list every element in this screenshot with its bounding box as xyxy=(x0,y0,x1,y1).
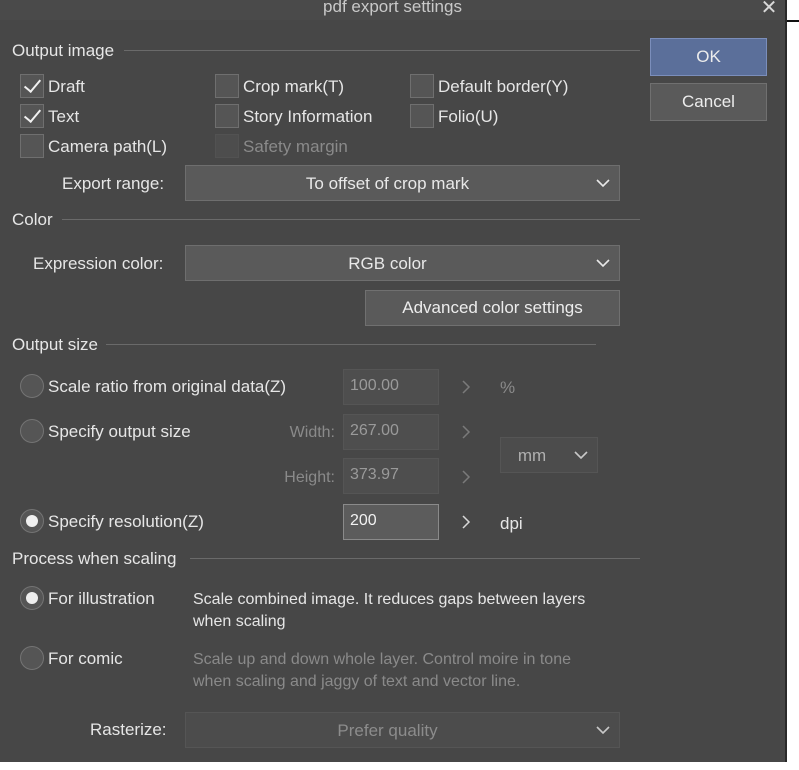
specify-size-radio[interactable] xyxy=(20,419,44,443)
expression-color-value: RGB color xyxy=(348,254,427,273)
export-range-dropdown[interactable]: To offset of crop mark xyxy=(185,165,620,201)
size-unit-value: mm xyxy=(517,446,547,465)
section-color: Color xyxy=(12,210,53,229)
width-label: Width: xyxy=(289,424,335,441)
section-output-size: Output size xyxy=(12,335,98,354)
draft-checkbox[interactable] xyxy=(20,74,44,98)
height-label: Height: xyxy=(284,469,335,486)
scale-ratio-radio[interactable] xyxy=(20,374,44,398)
section-divider xyxy=(62,219,640,220)
section-output-image: Output image xyxy=(12,41,115,60)
chevron-right-icon xyxy=(462,380,471,394)
folio-checkbox[interactable] xyxy=(410,104,434,128)
chevron-right-icon xyxy=(462,470,471,484)
camera-path-checkbox[interactable] xyxy=(20,134,44,158)
for-illustration-radio[interactable] xyxy=(20,586,44,610)
text-label: Text xyxy=(48,107,80,126)
story-info-checkbox[interactable] xyxy=(215,104,239,128)
specify-size-label: Specify output size xyxy=(48,422,191,441)
width-input[interactable]: 267.00 xyxy=(343,414,439,450)
rasterize-dropdown: Prefer quality xyxy=(185,712,620,748)
crop-mark-checkbox[interactable] xyxy=(215,74,239,98)
pdf-export-dialog: pdf export settings ✕ OK Cancel Output i… xyxy=(0,0,785,762)
rasterize-value: Prefer quality xyxy=(337,721,438,740)
folio-label: Folio(U) xyxy=(438,107,499,126)
specify-resolution-radio[interactable] xyxy=(20,509,44,533)
expression-color-label: Expression color: xyxy=(33,254,164,273)
window-title: pdf export settings xyxy=(323,0,462,16)
chevron-right-icon[interactable] xyxy=(461,515,471,529)
scale-ratio-input[interactable]: 100.00 xyxy=(343,369,439,405)
for-comic-radio[interactable] xyxy=(20,646,44,670)
safety-margin-label: Safety margin xyxy=(243,137,348,156)
chevron-down-icon xyxy=(596,726,610,735)
safety-margin-checkbox xyxy=(215,134,239,158)
canvas-line xyxy=(787,20,799,22)
canvas-backdrop xyxy=(785,0,799,770)
resolution-input[interactable]: 200 xyxy=(343,504,439,540)
canvas-backdrop-bottom xyxy=(0,762,799,770)
section-process-scaling: Process when scaling xyxy=(12,549,177,568)
export-range-value: To offset of crop mark xyxy=(305,174,470,193)
close-icon[interactable]: ✕ xyxy=(758,0,780,19)
chevron-down-icon xyxy=(596,179,610,188)
for-comic-label: For comic xyxy=(48,649,123,668)
default-border-checkbox[interactable] xyxy=(410,74,434,98)
story-info-label: Story Information xyxy=(243,107,373,126)
section-divider xyxy=(106,344,596,345)
chevron-down-icon xyxy=(574,451,588,460)
size-unit-dropdown[interactable]: mm xyxy=(500,437,598,473)
expression-color-dropdown[interactable]: RGB color xyxy=(185,245,620,281)
ok-button[interactable]: OK xyxy=(650,38,767,76)
for-illustration-label: For illustration xyxy=(48,589,155,608)
chevron-right-icon xyxy=(462,425,471,439)
export-range-label: Export range: xyxy=(62,174,165,193)
section-divider xyxy=(190,558,640,559)
scale-ratio-label: Scale ratio from original data(Z) xyxy=(48,377,287,396)
default-border-label: Default border(Y) xyxy=(438,77,569,96)
rasterize-label: Rasterize: xyxy=(90,720,167,739)
specify-resolution-label: Specify resolution(Z) xyxy=(48,512,204,531)
section-divider xyxy=(124,50,640,51)
for-illustration-description: Scale combined image. It reduces gaps be… xyxy=(193,591,586,630)
chevron-down-icon xyxy=(596,259,610,268)
resolution-unit: dpi xyxy=(500,514,523,533)
title-bar: pdf export settings ✕ xyxy=(0,0,785,20)
text-checkbox[interactable] xyxy=(20,104,44,128)
scale-ratio-unit: % xyxy=(500,378,516,397)
height-input[interactable]: 373.97 xyxy=(343,458,439,494)
crop-mark-label: Crop mark(T) xyxy=(243,77,345,96)
camera-path-label: Camera path(L) xyxy=(48,137,168,156)
advanced-color-settings-button[interactable]: Advanced color settings xyxy=(365,290,620,326)
draft-label: Draft xyxy=(48,77,85,96)
cancel-button[interactable]: Cancel xyxy=(650,83,767,121)
for-comic-description: Scale up and down whole layer. Control m… xyxy=(193,651,571,690)
